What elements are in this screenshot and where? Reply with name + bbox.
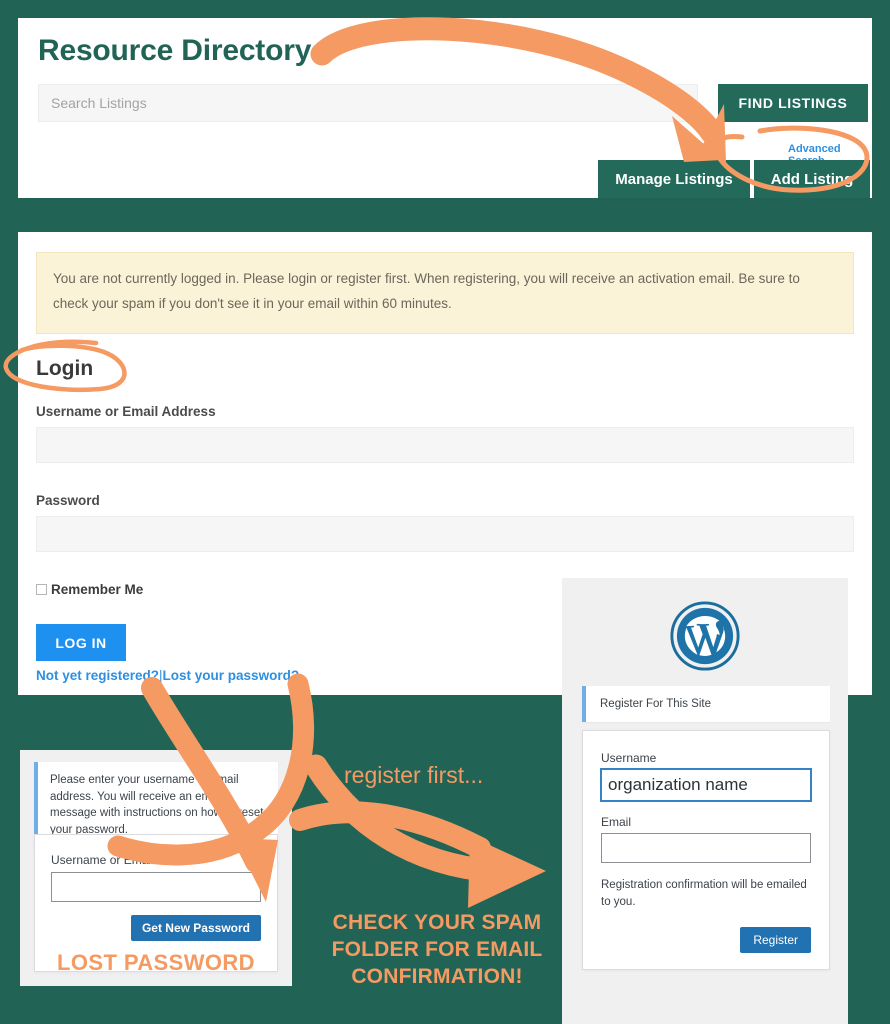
page-title: Resource Directory [38, 34, 312, 67]
login-notice: You are not currently logged in. Please … [36, 252, 854, 334]
lost-your-password-link[interactable]: Lost your password? [163, 668, 300, 683]
password-label: Password [36, 493, 100, 508]
not-yet-registered-link[interactable]: Not yet registered? [36, 668, 159, 683]
wordpress-register-panel: Register For This Site Username Email Re… [562, 578, 848, 1024]
wordpress-register-form: Username Email Registration confirmation… [582, 730, 830, 970]
check-spam-annotation: CHECK YOUR SPAM FOLDER FOR EMAIL CONFIRM… [331, 911, 543, 988]
username-input[interactable] [36, 427, 854, 463]
login-heading: Login [36, 357, 94, 380]
login-links: Not yet registered?|Lost your password? [36, 668, 299, 683]
arrow-register-first-icon [289, 801, 491, 859]
add-listing-button[interactable]: Add Listing [754, 160, 870, 198]
wp-email-input[interactable] [601, 833, 811, 863]
manage-listings-button[interactable]: Manage Listings [598, 160, 750, 198]
wp-registration-note: Registration confirmation will be emaile… [601, 879, 807, 908]
wp-register-button[interactable]: Register [740, 927, 811, 953]
remember-me-checkbox[interactable] [36, 584, 47, 595]
remember-me-row[interactable]: Remember Me [36, 582, 143, 597]
wp-username-label: Username [601, 751, 657, 765]
lp-username-input[interactable] [51, 872, 261, 902]
search-input[interactable] [38, 84, 698, 122]
lp-username-label: Username or Email Address [51, 853, 201, 867]
password-input[interactable] [36, 516, 854, 552]
username-label: Username or Email Address [36, 404, 216, 419]
page-root: Resource Directory FIND LISTINGS Advance… [0, 0, 890, 1024]
register-first-annotation: register first... [344, 762, 484, 788]
remember-me-label[interactable]: Remember Me [51, 582, 143, 597]
wp-username-input[interactable] [601, 769, 811, 801]
find-listings-button[interactable]: FIND LISTINGS [718, 84, 868, 122]
lost-password-panel: Please enter your username or email addr… [20, 750, 292, 986]
wp-email-label: Email [601, 815, 632, 829]
log-in-button[interactable]: LOG IN [36, 624, 126, 661]
get-new-password-button[interactable]: Get New Password [130, 915, 261, 941]
lost-password-caption: LOST PASSWORD [57, 950, 255, 975]
directory-header-card: Resource Directory FIND LISTINGS Advance… [18, 18, 872, 198]
wordpress-register-message: Register For This Site [582, 686, 830, 722]
wordpress-logo-icon [670, 601, 740, 671]
